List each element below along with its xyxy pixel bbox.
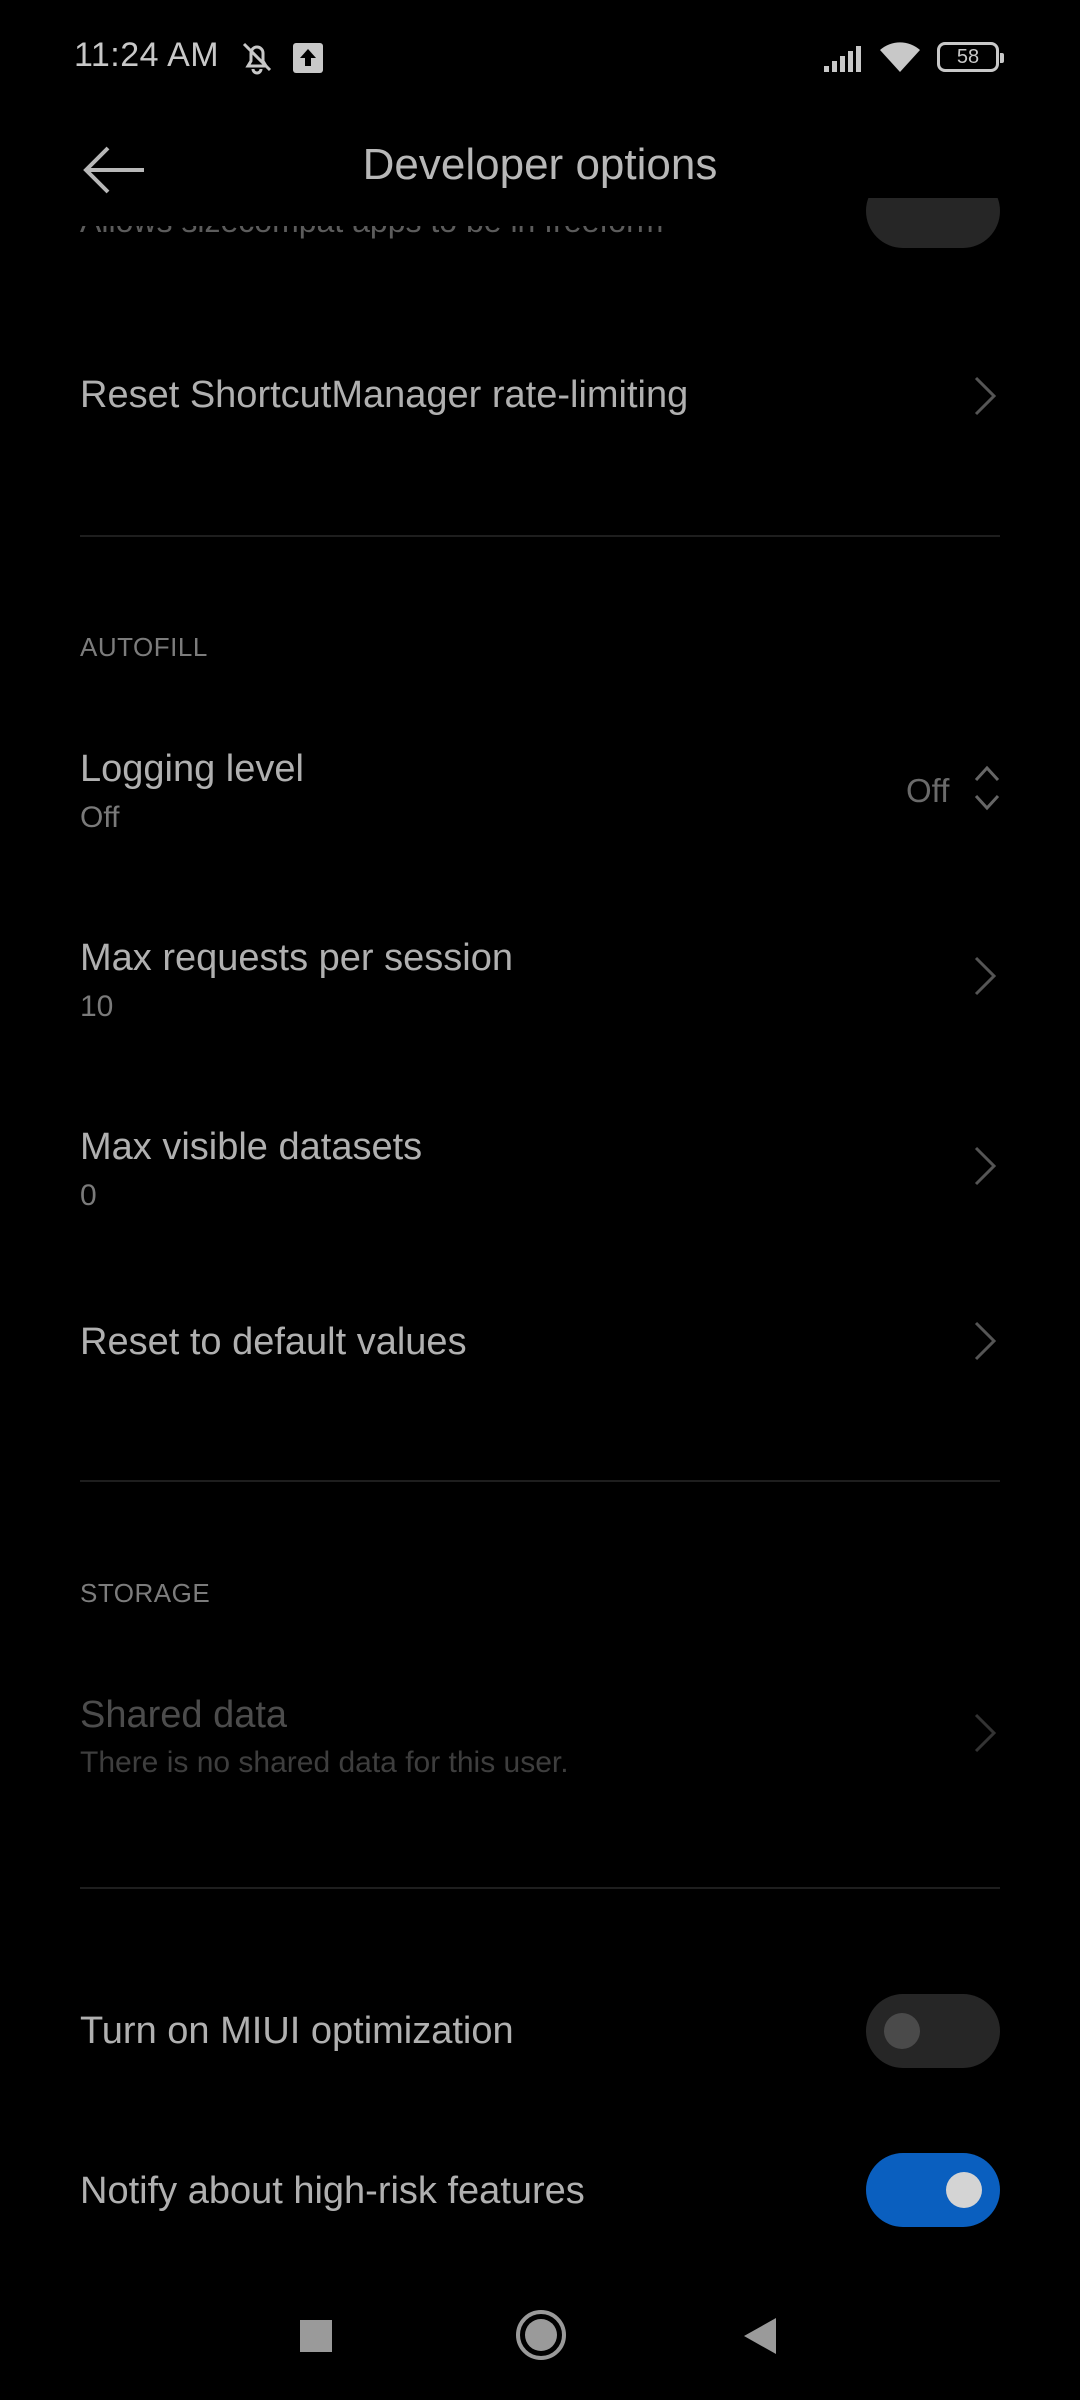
chevron-up-down-icon [974,765,1000,811]
chevron-right-icon [974,1321,997,1361]
max-requests-row[interactable] [0,910,1080,1050]
logging-level-title: Logging level [80,748,304,790]
shared-data-title: Shared data [80,1694,288,1736]
toggle-knob [884,2013,920,2049]
divider [80,1480,1000,1482]
shared-data-subtitle: There is no shared data for this user. [80,1746,569,1779]
status-time: 11:24 AM [74,36,220,74]
home-circle-icon[interactable] [514,2308,568,2362]
alarm-off-icon [242,42,272,75]
partial-row-toggle[interactable] [866,198,1000,258]
signal-icon [824,46,861,72]
back-triangle-icon[interactable] [740,2314,780,2358]
max-visible-subtitle: 0 [80,1179,97,1212]
chevron-right-icon [974,956,997,996]
divider [80,1887,1000,1889]
upload-icon [293,43,323,73]
chevron-right-icon [974,376,997,416]
max-requests-subtitle: 10 [80,990,114,1023]
miui-optimization-title: Turn on MIUI optimization [80,2010,514,2052]
battery-icon: 58 [937,42,1004,72]
max-visible-title: Max visible datasets [80,1126,423,1168]
reset-default-title: Reset to default values [80,1321,467,1363]
notify-high-risk-toggle[interactable] [866,2153,1000,2227]
section-storage: STORAGE [80,1578,211,1608]
max-requests-title: Max requests per session [80,937,513,979]
notify-high-risk-title: Notify about high-risk features [80,2170,585,2212]
partial-row-subtitle-text: Allows sizecompat apps to be in freeform [80,226,663,239]
logging-level-value: Off [906,772,950,809]
partial-row-subtitle: Allows sizecompat apps to be in freeform [80,226,663,268]
chevron-right-icon [974,1713,997,1753]
toggle-knob [946,2172,982,2208]
divider [80,535,1000,537]
chevron-right-icon [974,1146,997,1186]
page-title: Developer options [362,140,718,189]
reset-shortcut-title: Reset ShortcutManager rate-limiting [80,374,689,416]
battery-level: 58 [956,45,980,68]
recents-square-icon[interactable] [296,2316,336,2356]
miui-optimization-toggle[interactable] [866,1994,1000,2068]
max-visible-row[interactable] [0,1100,1080,1240]
wifi-icon [880,42,920,72]
logging-level-subtitle: Off [80,801,120,834]
section-autofill: AUTOFILL [80,632,208,662]
